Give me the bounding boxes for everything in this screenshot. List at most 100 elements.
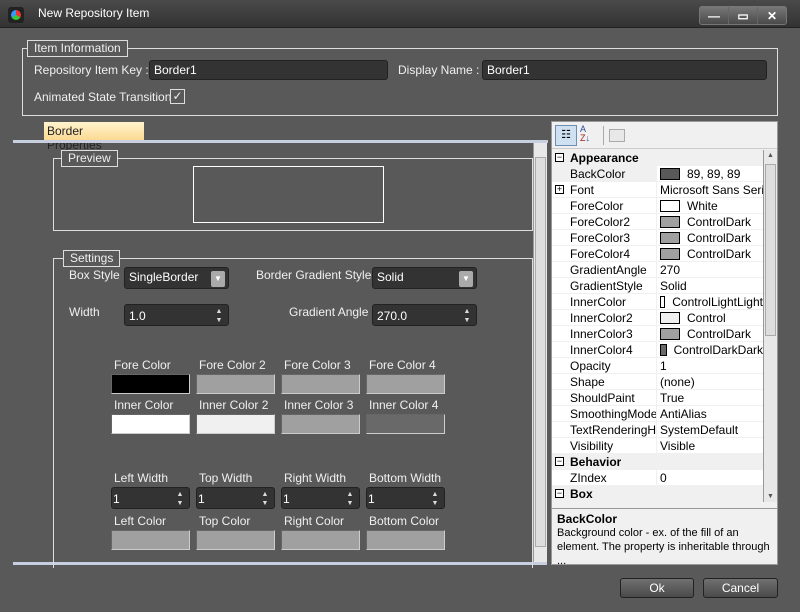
property-row[interactable]: GradientAngle 270: [552, 262, 763, 278]
property-category[interactable]: − Appearance: [552, 150, 763, 166]
spin-arrows-icon[interactable]: ▲ ▼: [174, 490, 186, 508]
spin-arrows-icon[interactable]: ▲ ▼: [213, 307, 225, 325]
property-row[interactable]: Opacity 1: [552, 358, 763, 374]
spin-arrows-icon[interactable]: ▲ ▼: [344, 490, 356, 508]
cancel-button[interactable]: Cancel: [703, 578, 778, 598]
categorized-view-icon[interactable]: ☷: [555, 125, 577, 146]
gradient-style-combo[interactable]: Solid ▼: [372, 267, 477, 289]
property-value[interactable]: (none): [657, 374, 763, 389]
gradient-angle-value: 270.0: [377, 309, 408, 323]
border-width-stepper[interactable]: 1 ▲ ▼: [366, 487, 445, 509]
property-value[interactable]: Visible: [657, 438, 763, 453]
border-color-label: Bottom Color: [369, 514, 440, 528]
property-value[interactable]: Solid: [657, 278, 763, 293]
property-row[interactable]: Visibility Visible: [552, 438, 763, 454]
border-width-stepper[interactable]: 1 ▲ ▼: [281, 487, 360, 509]
left-panel-scrollbar[interactable]: [533, 143, 547, 563]
property-row[interactable]: GradientStyle Solid: [552, 278, 763, 294]
border-color-swatch[interactable]: [281, 530, 360, 550]
property-row[interactable]: InnerColor4 ControlDarkDark: [552, 342, 763, 358]
color-swatch: [660, 215, 680, 228]
property-pages-icon[interactable]: [609, 129, 625, 142]
inner-color-swatch[interactable]: [196, 414, 275, 434]
border-width-value: 1: [198, 492, 205, 506]
minimize-button[interactable]: —: [700, 7, 729, 24]
spin-arrows-icon[interactable]: ▲ ▼: [461, 307, 473, 325]
property-value[interactable]: ControlDarkDark: [657, 342, 763, 357]
property-value[interactable]: SystemDefault: [657, 422, 763, 437]
property-row[interactable]: ForeColor4 ControlDark: [552, 246, 763, 262]
fore-color-swatch[interactable]: [111, 374, 190, 394]
property-row[interactable]: ShouldPaint True: [552, 390, 763, 406]
expand-icon[interactable]: +: [555, 185, 564, 194]
property-name: ForeColor2: [552, 214, 657, 229]
collapse-icon[interactable]: −: [555, 457, 564, 466]
inner-color-label: Inner Color: [114, 398, 174, 412]
property-value[interactable]: ControlDark: [657, 230, 763, 245]
property-row[interactable]: InnerColor2 Control: [552, 310, 763, 326]
close-button[interactable]: ✕: [758, 7, 786, 24]
property-value[interactable]: Control: [657, 310, 763, 325]
color-swatch: [660, 295, 666, 308]
property-value[interactable]: 0: [657, 470, 763, 485]
property-row[interactable]: +FontMicrosoft Sans Serif, 8: [552, 182, 763, 198]
chevron-down-icon[interactable]: ▼: [459, 271, 473, 287]
border-width-stepper[interactable]: 1 ▲ ▼: [111, 487, 190, 509]
animated-transition-checkbox[interactable]: ✓: [170, 89, 185, 104]
property-value[interactable]: ControlDark: [657, 326, 763, 341]
property-value[interactable]: 270: [657, 262, 763, 277]
property-row[interactable]: SmoothingMode AntiAlias: [552, 406, 763, 422]
property-value[interactable]: ControlLightLight: [657, 294, 763, 309]
maximize-button[interactable]: ▭: [729, 7, 758, 24]
chevron-down-icon[interactable]: ▼: [211, 271, 225, 287]
border-color-swatch[interactable]: [366, 530, 445, 550]
property-grid-scrollbar[interactable]: ▲ ▼: [763, 150, 777, 502]
scroll-thumb[interactable]: [765, 164, 776, 336]
property-category[interactable]: − Behavior: [552, 454, 763, 470]
property-row[interactable]: BackColor 89, 89, 89: [552, 166, 763, 182]
box-style-combo[interactable]: SingleBorder ▼: [124, 267, 229, 289]
collapse-icon[interactable]: −: [555, 489, 564, 498]
inner-color-label: Inner Color 4: [369, 398, 439, 412]
scroll-up-icon[interactable]: ▲: [767, 152, 774, 159]
property-value[interactable]: True: [657, 390, 763, 405]
spin-arrows-icon[interactable]: ▲ ▼: [429, 490, 441, 508]
property-value[interactable]: 1: [657, 358, 763, 373]
property-row[interactable]: ZIndex 0: [552, 470, 763, 486]
scroll-down-icon[interactable]: ▼: [767, 493, 774, 500]
tab-border-properties[interactable]: Border Properties: [44, 122, 144, 152]
ok-button[interactable]: Ok: [620, 578, 694, 598]
inner-color-swatch[interactable]: [111, 414, 190, 434]
property-row[interactable]: ForeColor3 ControlDark: [552, 230, 763, 246]
border-width-value: 1: [283, 492, 290, 506]
alphabetical-sort-icon[interactable]: A Z↓: [580, 125, 600, 146]
property-value[interactable]: AntiAlias: [657, 406, 763, 421]
border-color-swatch[interactable]: [111, 530, 190, 550]
border-color-swatch[interactable]: [196, 530, 275, 550]
property-row[interactable]: TextRenderingHintSystemDefault: [552, 422, 763, 438]
property-value[interactable]: White: [657, 198, 763, 213]
gradient-angle-stepper[interactable]: 270.0 ▲ ▼: [372, 304, 477, 326]
property-category[interactable]: − Box: [552, 486, 763, 502]
border-width-stepper[interactable]: 1 ▲ ▼: [196, 487, 275, 509]
property-value[interactable]: ControlDark: [657, 214, 763, 229]
scroll-thumb[interactable]: [535, 157, 546, 547]
property-row[interactable]: ForeColor White: [552, 198, 763, 214]
property-row[interactable]: ForeColor2 ControlDark: [552, 214, 763, 230]
inner-color-swatch[interactable]: [281, 414, 360, 434]
collapse-icon[interactable]: −: [555, 153, 564, 162]
property-row[interactable]: InnerColor3 ControlDark: [552, 326, 763, 342]
repository-key-input[interactable]: Border1: [149, 60, 388, 80]
property-value[interactable]: 89, 89, 89: [657, 166, 763, 181]
display-name-input[interactable]: Border1: [482, 60, 767, 80]
inner-color-swatch[interactable]: [366, 414, 445, 434]
property-value[interactable]: ControlDark: [657, 246, 763, 261]
width-stepper[interactable]: 1.0 ▲ ▼: [124, 304, 229, 326]
property-row[interactable]: Shape (none): [552, 374, 763, 390]
fore-color-swatch[interactable]: [281, 374, 360, 394]
fore-color-swatch[interactable]: [366, 374, 445, 394]
property-value[interactable]: Microsoft Sans Serif, 8: [657, 182, 763, 197]
property-row[interactable]: InnerColor ControlLightLight: [552, 294, 763, 310]
spin-arrows-icon[interactable]: ▲ ▼: [259, 490, 271, 508]
fore-color-swatch[interactable]: [196, 374, 275, 394]
